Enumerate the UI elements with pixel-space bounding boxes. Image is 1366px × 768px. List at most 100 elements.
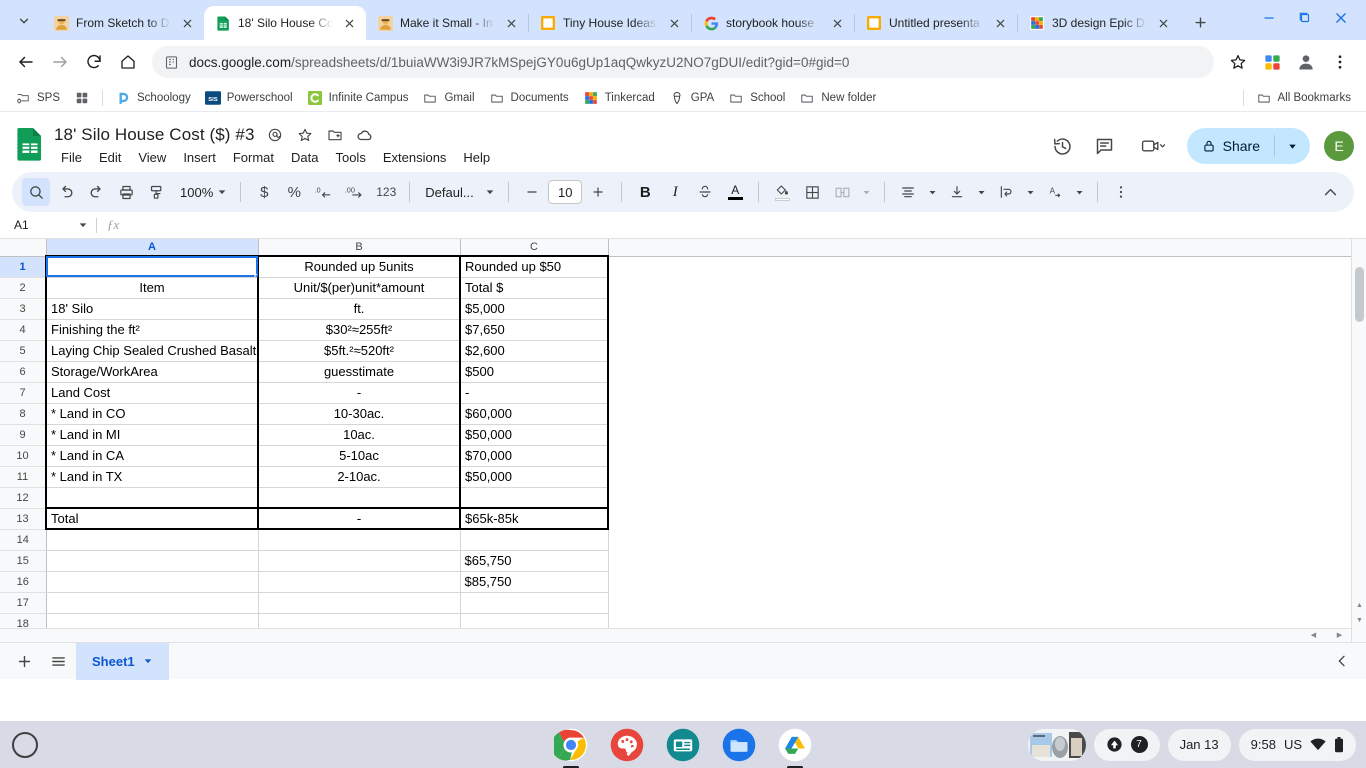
close-tab-icon[interactable] bbox=[665, 14, 683, 32]
files-icon[interactable] bbox=[722, 728, 756, 762]
italic-button[interactable]: I bbox=[661, 178, 689, 206]
merge-dropdown-caret-icon[interactable] bbox=[858, 178, 875, 206]
browser-tab-active[interactable]: 18' Silo House Co bbox=[204, 6, 366, 40]
percent-format-button[interactable]: % bbox=[280, 178, 308, 206]
cell-B13[interactable]: - bbox=[258, 507, 461, 530]
close-tab-icon[interactable] bbox=[991, 14, 1009, 32]
row-header-14[interactable]: 14 bbox=[0, 529, 47, 551]
comment-icon[interactable] bbox=[1091, 132, 1119, 160]
undo-icon[interactable] bbox=[52, 178, 80, 206]
text-wrapping-button[interactable] bbox=[992, 178, 1020, 206]
browser-tab[interactable]: From Sketch to D bbox=[42, 6, 204, 40]
scroll-down-button[interactable]: ▼ bbox=[1352, 613, 1366, 628]
cell-C16[interactable]: $85,750 bbox=[460, 571, 609, 593]
row-header-10[interactable]: 10 bbox=[0, 445, 47, 467]
bookmark-item[interactable] bbox=[67, 87, 97, 109]
extensions-icon[interactable] bbox=[1256, 46, 1288, 78]
select-all-corner[interactable] bbox=[0, 239, 47, 257]
cell-C9[interactable]: $50,000 bbox=[460, 424, 609, 446]
row-header-12[interactable]: 12 bbox=[0, 487, 47, 509]
bookmark-item[interactable]: Schoology bbox=[108, 87, 198, 109]
collapse-toolbar-button[interactable] bbox=[1316, 178, 1344, 206]
menu-edit[interactable]: Edit bbox=[92, 148, 128, 167]
bookmark-item[interactable]: School bbox=[721, 87, 792, 109]
menu-format[interactable]: Format bbox=[226, 148, 281, 167]
updates-icon[interactable] bbox=[1106, 736, 1123, 753]
cell-D14[interactable] bbox=[608, 529, 1358, 550]
text-rotation-button[interactable]: A bbox=[1041, 178, 1069, 206]
row-header-11[interactable]: 11 bbox=[0, 466, 47, 488]
cell-C6[interactable]: $500 bbox=[460, 361, 609, 383]
menu-tools[interactable]: Tools bbox=[328, 148, 372, 167]
close-tab-icon[interactable] bbox=[502, 14, 520, 32]
column-header-b[interactable]: B bbox=[258, 239, 461, 257]
row-header-7[interactable]: 7 bbox=[0, 382, 47, 404]
site-info-icon[interactable] bbox=[164, 55, 179, 70]
new-tab-button[interactable] bbox=[1186, 8, 1214, 36]
more-toolbar-options-icon[interactable] bbox=[1107, 178, 1135, 206]
cell-B3[interactable]: ft. bbox=[258, 298, 461, 320]
cell-C12[interactable] bbox=[460, 487, 609, 509]
cell-D2[interactable] bbox=[608, 277, 1358, 298]
share-dropdown-caret-icon[interactable] bbox=[1275, 128, 1310, 164]
menu-insert[interactable]: Insert bbox=[176, 148, 223, 167]
increase-decimal-button[interactable]: .00 bbox=[340, 178, 370, 206]
cell-D8[interactable] bbox=[608, 403, 1358, 424]
tab-search-button[interactable] bbox=[10, 7, 38, 35]
formula-input[interactable] bbox=[129, 212, 1366, 238]
row-header-6[interactable]: 6 bbox=[0, 361, 47, 383]
menu-file[interactable]: File bbox=[54, 148, 89, 167]
scroll-right-button[interactable]: ▶ bbox=[1332, 628, 1347, 642]
cell-D13[interactable] bbox=[608, 508, 1358, 529]
more-formats-button[interactable]: 123 bbox=[372, 178, 400, 206]
cell-B8[interactable]: 10-30ac. bbox=[258, 403, 461, 425]
row-header-8[interactable]: 8 bbox=[0, 403, 47, 425]
cell-B10[interactable]: 5-10ac bbox=[258, 445, 461, 467]
cell-B15[interactable] bbox=[258, 550, 461, 572]
bookmark-item[interactable]: Documents bbox=[482, 87, 576, 109]
cell-C10[interactable]: $70,000 bbox=[460, 445, 609, 467]
vertical-align-button[interactable] bbox=[943, 178, 971, 206]
meet-video-icon[interactable] bbox=[1133, 132, 1173, 160]
row-header-2[interactable]: 2 bbox=[0, 277, 47, 299]
bookmark-item[interactable]: New folder bbox=[792, 87, 883, 109]
browser-tab[interactable]: Tiny House Ideas bbox=[529, 6, 691, 40]
cell-C15[interactable]: $65,750 bbox=[460, 550, 609, 572]
font-family-selector[interactable]: Defaul... bbox=[419, 178, 499, 206]
cell-A12[interactable] bbox=[45, 487, 259, 509]
strikethrough-button[interactable] bbox=[691, 178, 719, 206]
column-header-a[interactable]: A bbox=[46, 239, 259, 257]
date-tray[interactable]: Jan 13 bbox=[1167, 728, 1231, 761]
merge-cells-button[interactable] bbox=[828, 178, 856, 206]
google-drive-icon[interactable] bbox=[778, 728, 812, 768]
menu-data[interactable]: Data bbox=[284, 148, 325, 167]
close-tab-icon[interactable] bbox=[1154, 14, 1172, 32]
cell-D5[interactable] bbox=[608, 340, 1358, 361]
screen-capture-preview[interactable] bbox=[1027, 728, 1086, 761]
cell-A4[interactable]: Finishing the ft² bbox=[45, 319, 259, 341]
cell-C2[interactable]: Total $ bbox=[460, 277, 609, 299]
menu-help[interactable]: Help bbox=[456, 148, 497, 167]
row-header-5[interactable]: 5 bbox=[0, 340, 47, 362]
cell-C11[interactable]: $50,000 bbox=[460, 466, 609, 488]
vertical-scrollbar-thumb[interactable] bbox=[1355, 267, 1364, 322]
cell-D15[interactable] bbox=[608, 550, 1358, 571]
cell-D16[interactable] bbox=[608, 571, 1358, 592]
cell-D4[interactable] bbox=[608, 319, 1358, 340]
text-wrapping-caret-icon[interactable] bbox=[1022, 178, 1039, 206]
reload-button[interactable] bbox=[78, 46, 110, 78]
move-to-folder-icon[interactable] bbox=[325, 125, 345, 145]
cell-D9[interactable] bbox=[608, 424, 1358, 445]
status-tray[interactable]: 9:58 US bbox=[1238, 728, 1356, 761]
name-box[interactable]: A1 bbox=[0, 212, 96, 238]
chrome-menu-icon[interactable] bbox=[1324, 46, 1356, 78]
cell-B1[interactable]: Rounded up 5units bbox=[258, 255, 461, 278]
cell-C5[interactable]: $2,600 bbox=[460, 340, 609, 362]
cell-A6[interactable]: Storage/WorkArea bbox=[45, 361, 259, 383]
cell-B14[interactable] bbox=[258, 529, 461, 551]
forward-button[interactable] bbox=[44, 46, 76, 78]
cell-D12[interactable] bbox=[608, 487, 1358, 508]
row-header-17[interactable]: 17 bbox=[0, 592, 47, 614]
text-rotation-caret-icon[interactable] bbox=[1071, 178, 1088, 206]
cell-D7[interactable] bbox=[608, 382, 1358, 403]
